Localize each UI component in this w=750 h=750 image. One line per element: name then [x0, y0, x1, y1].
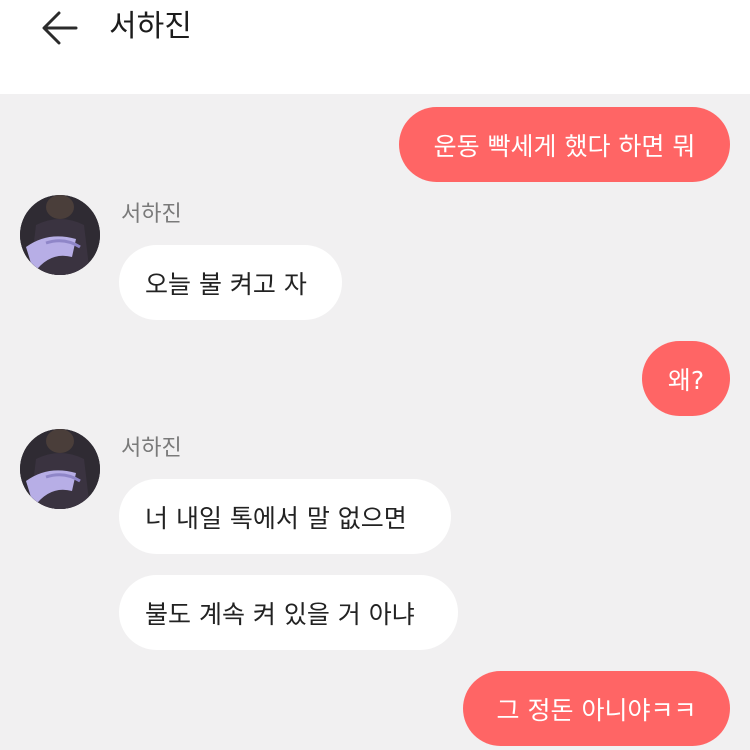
received-message-bubble[interactable]: 너 내일 톡에서 말 없으면: [119, 479, 451, 554]
chat-title: 서하진: [109, 9, 192, 44]
chat-header: 서하진: [0, 0, 750, 94]
avatar[interactable]: [20, 429, 100, 509]
sent-message-bubble[interactable]: 왜?: [642, 341, 730, 416]
message-list[interactable]: 운동 빡세게 했다 하면 뭐 서하진 오늘 불 켜고 자 왜? 서하진 너 내일…: [0, 94, 750, 750]
received-message-bubble[interactable]: 오늘 불 켜고 자: [119, 245, 342, 320]
received-message-bubble[interactable]: 불도 계속 켜 있을 거 아냐: [119, 575, 458, 650]
arrow-left-icon: [42, 11, 78, 45]
avatar[interactable]: [20, 195, 100, 275]
back-button[interactable]: [36, 6, 84, 50]
avatar-photo: [20, 429, 100, 509]
avatar-photo: [20, 195, 100, 275]
sent-message-bubble[interactable]: 운동 빡세게 했다 하면 뭐: [399, 107, 730, 182]
sender-name: 서하진: [121, 436, 182, 461]
sender-name: 서하진: [121, 202, 182, 227]
sent-message-bubble[interactable]: 그 정돈 아니야ㅋㅋ: [463, 671, 730, 746]
